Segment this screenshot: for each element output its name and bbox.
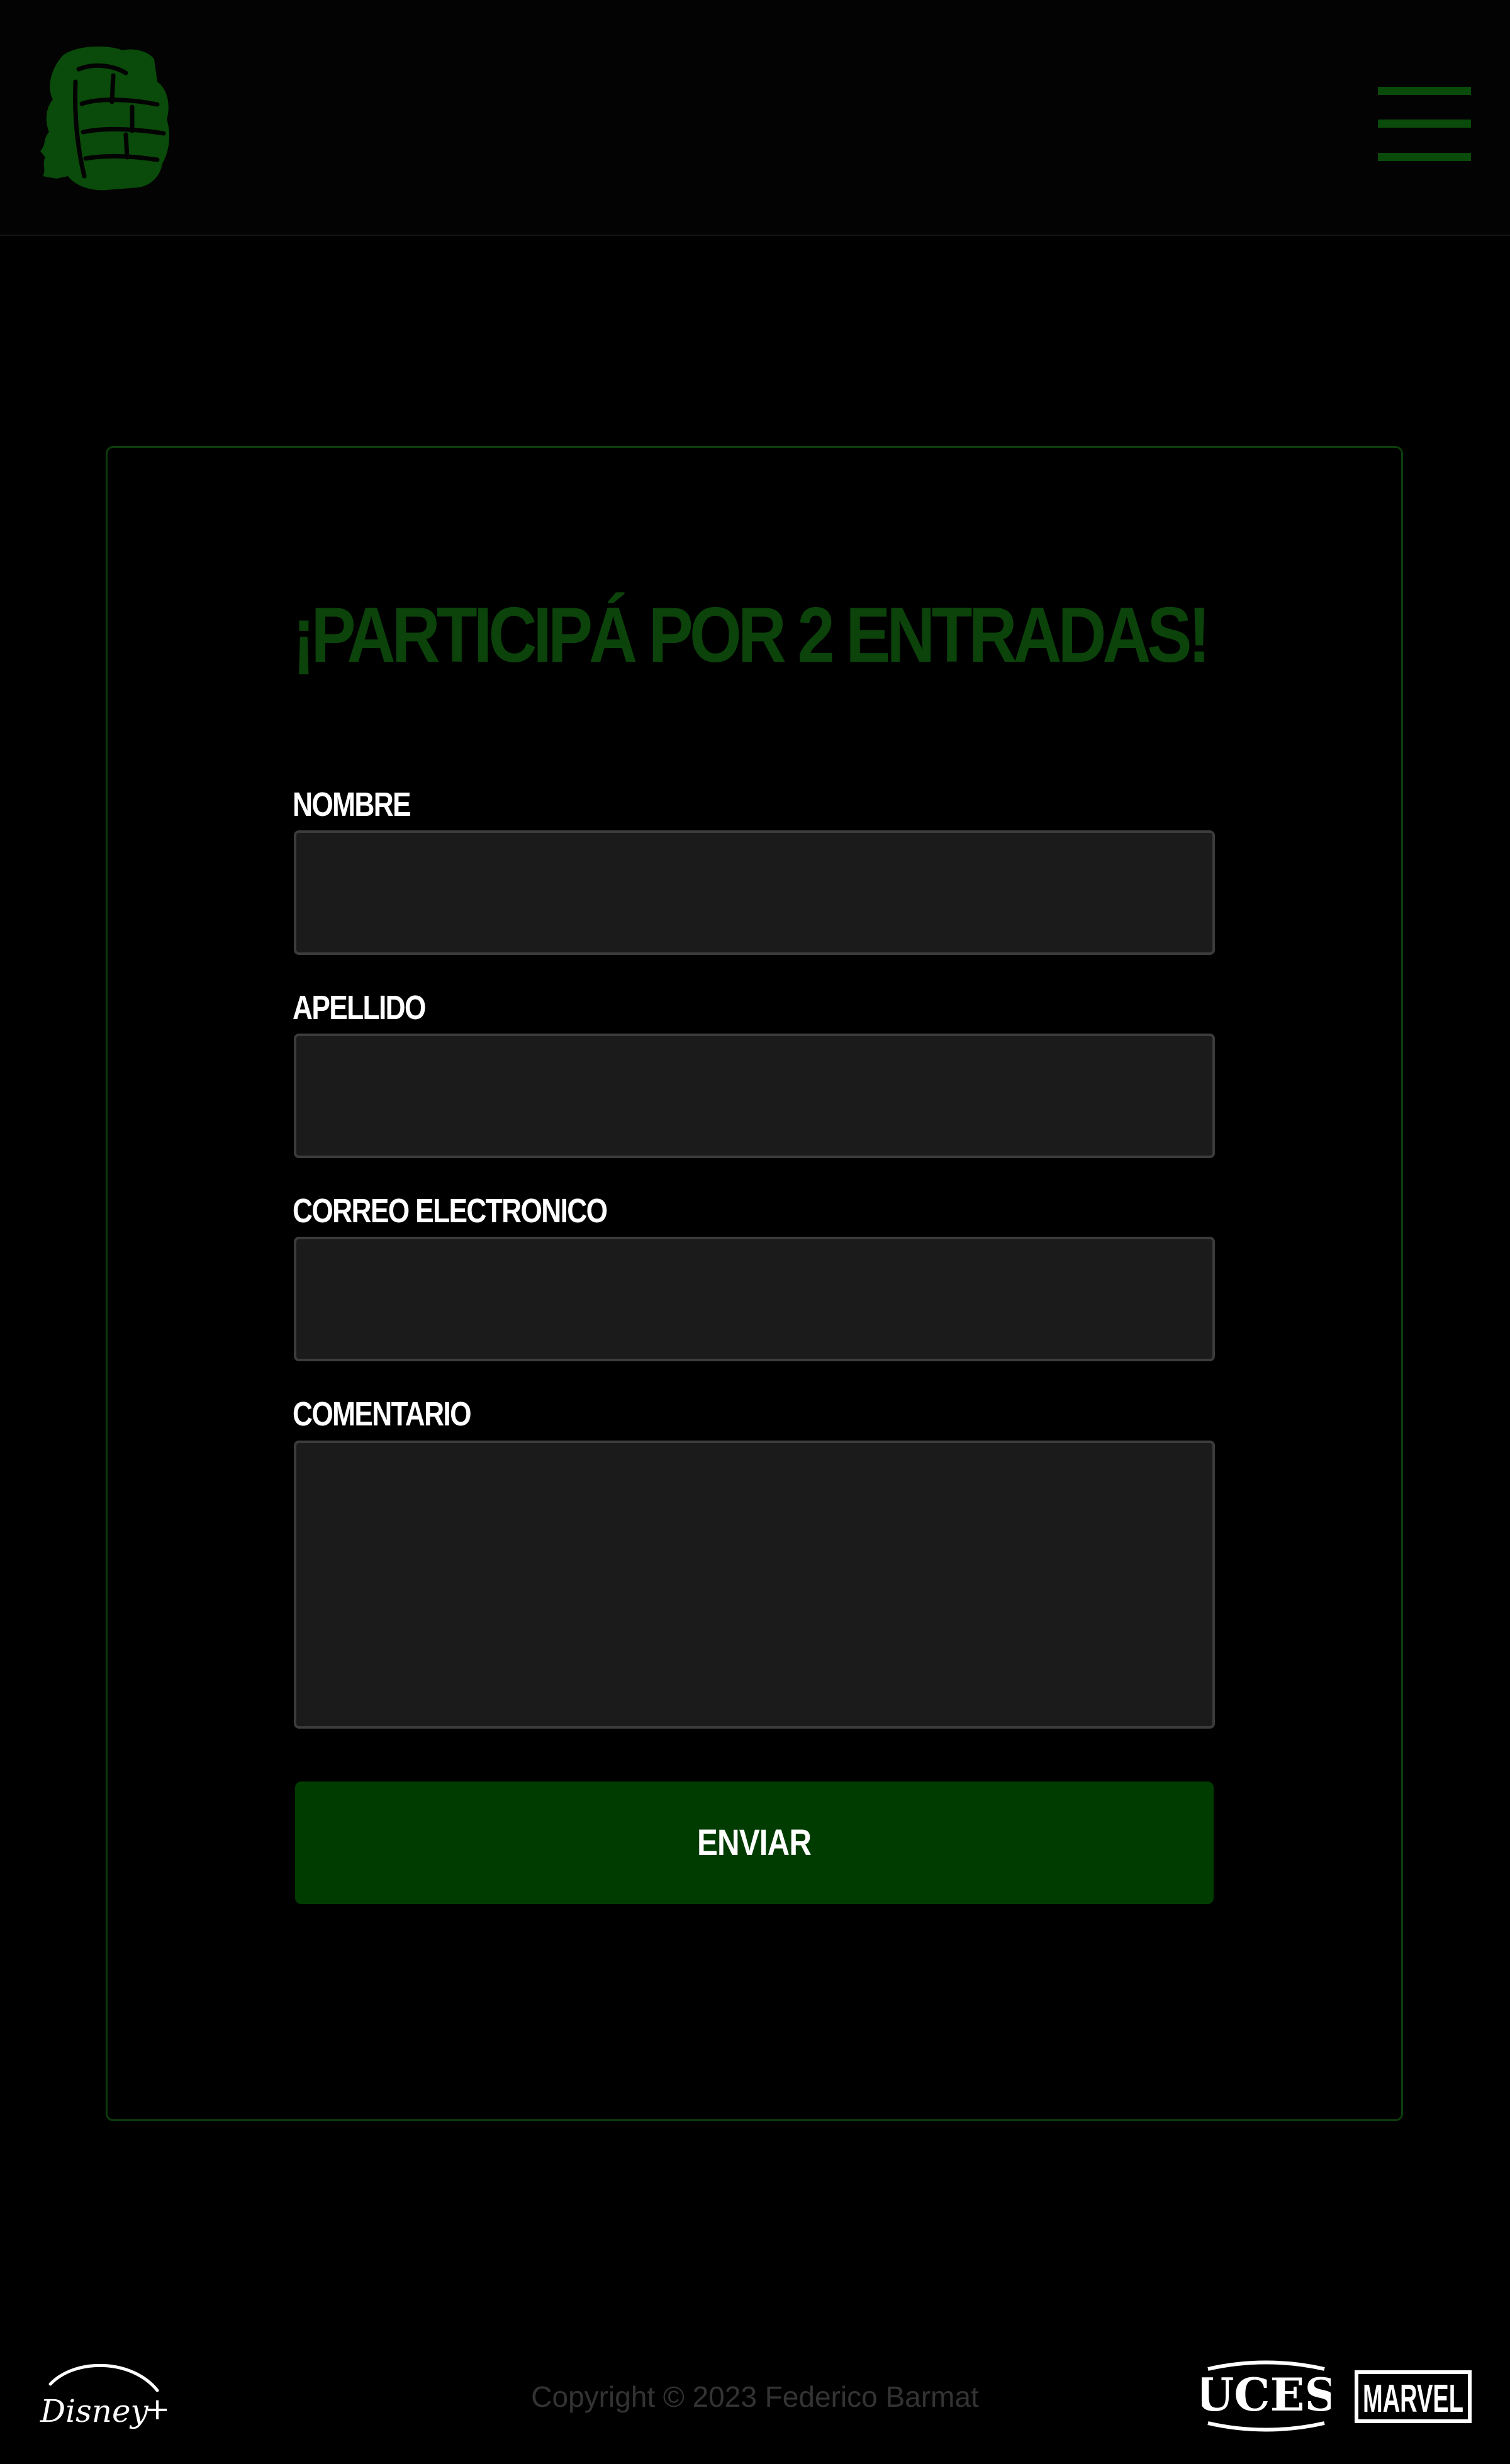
disney-plus-logo[interactable]: Disney + (38, 2359, 170, 2434)
correo-label: CORREO ELECTRONICO (293, 1192, 608, 1230)
enviar-button[interactable]: ENVIAR (295, 1781, 1214, 1904)
comentario-label: COMENTARIO (293, 1395, 472, 1433)
apellido-label: APELLIDO (293, 989, 426, 1027)
svg-text:Disney: Disney (40, 2393, 149, 2429)
nombre-input[interactable] (294, 830, 1215, 955)
site-header (0, 0, 1510, 236)
menu-bar (1378, 153, 1471, 161)
copyright-text: Copyright © 2023 Federico Barmat (531, 2380, 979, 2413)
svg-text:UCES: UCES (1202, 2368, 1331, 2421)
marvel-logo[interactable]: MARVEL (1355, 2370, 1472, 2423)
uces-logo[interactable]: UCES (1202, 2360, 1331, 2433)
email-input[interactable] (294, 1237, 1215, 1361)
apellido-input[interactable] (294, 1034, 1215, 1158)
svg-text:+: + (145, 2392, 170, 2427)
nombre-label: NOMBRE (293, 786, 411, 823)
enviar-button-label: ENVIAR (697, 1822, 812, 1863)
menu-bar (1378, 120, 1471, 128)
menu-bar (1378, 87, 1471, 95)
hamburger-menu-icon[interactable] (1378, 87, 1471, 161)
hulk-fist-logo[interactable] (38, 44, 173, 192)
svg-text:MARVEL: MARVEL (1363, 2377, 1463, 2421)
comentario-textarea[interactable] (294, 1441, 1215, 1729)
form-title: ¡PARTICIPÁ POR 2 ENTRADAS! (293, 592, 1211, 679)
